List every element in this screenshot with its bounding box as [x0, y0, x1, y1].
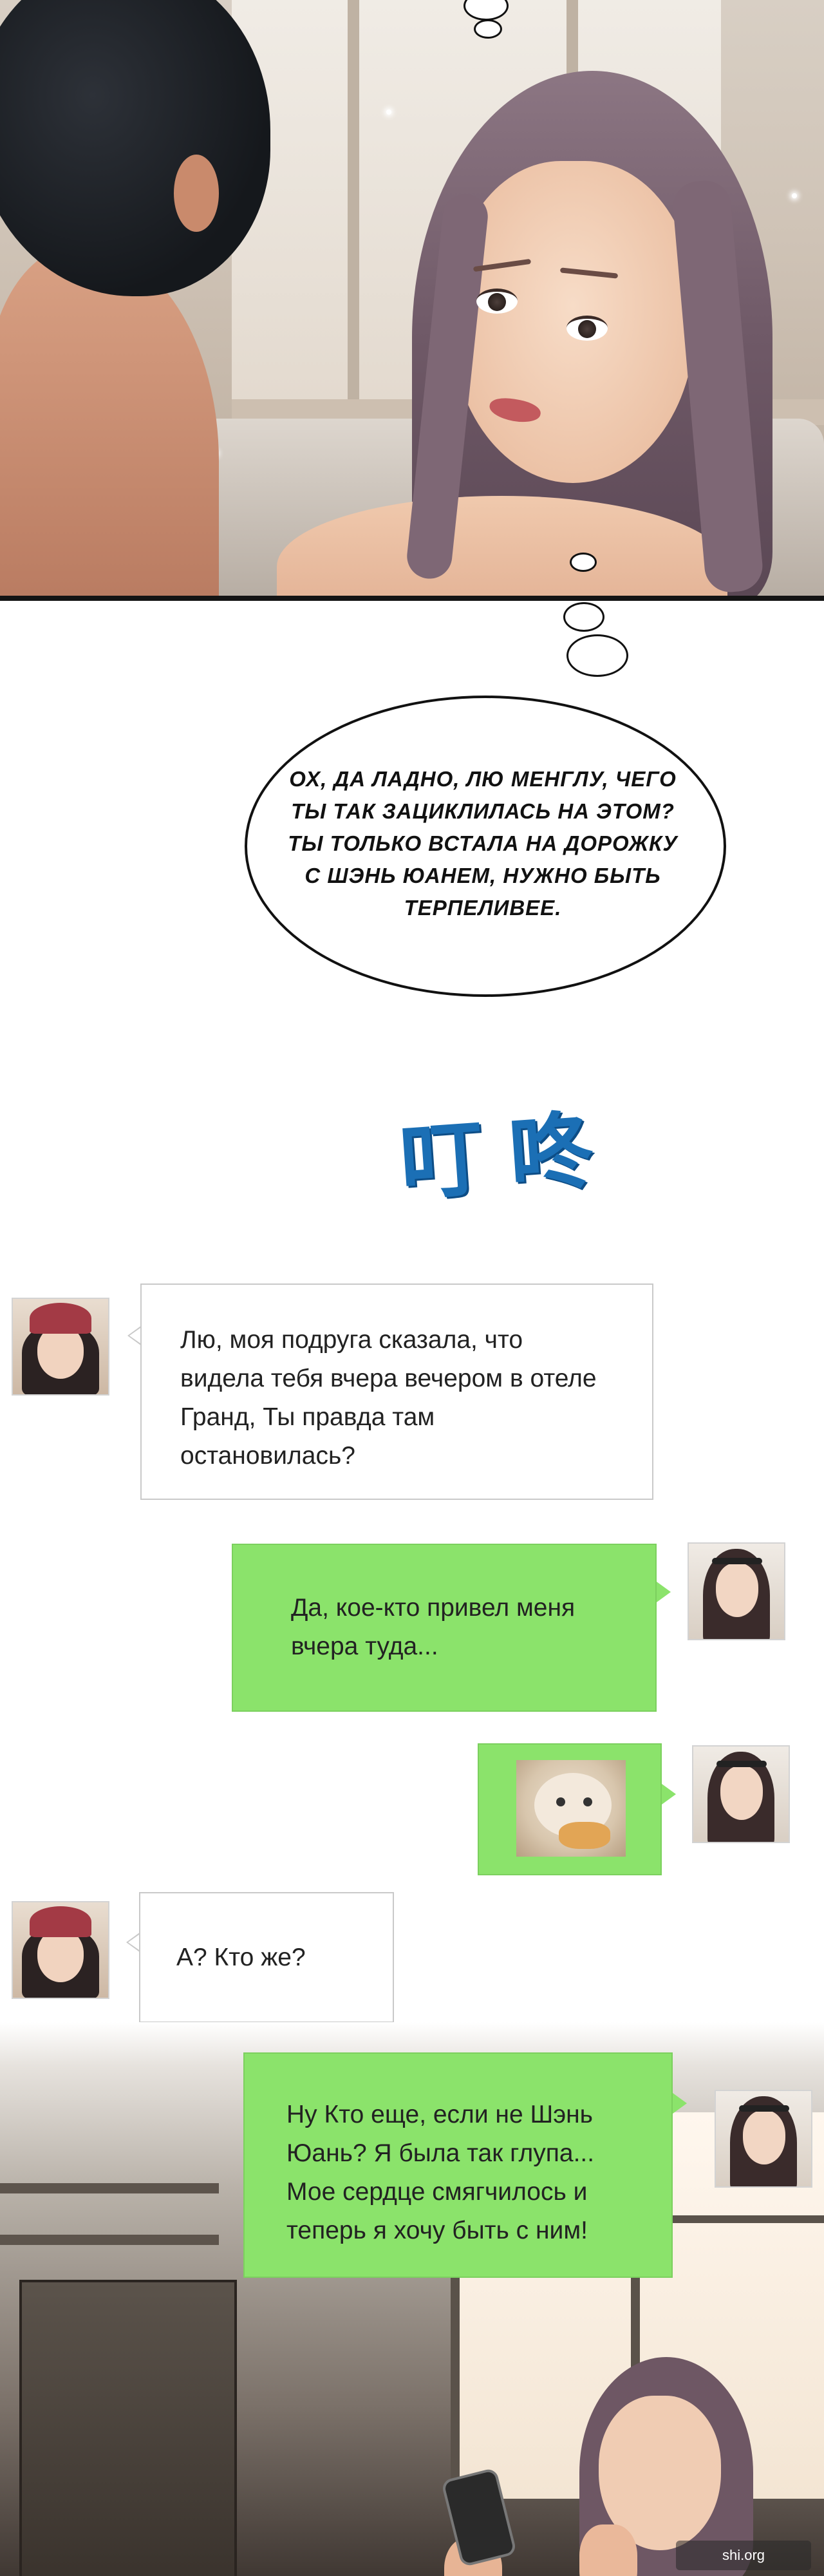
- sparkle: [386, 109, 391, 115]
- chat-message-me: Да, кое-кто привел меня вчера туда...: [232, 1544, 657, 1712]
- friend-avatar: [12, 1298, 109, 1396]
- thought-bubble-puff: [570, 553, 597, 572]
- eye: [476, 289, 518, 314]
- chat-message-friend: А? Кто же?: [139, 1892, 394, 2023]
- message-text: Ну Кто еще, если не Шэнь Юань? Я была та…: [286, 2101, 595, 2244]
- cabinet: [19, 2280, 237, 2576]
- my-avatar: [692, 1745, 790, 1843]
- cat-meme-image[interactable]: [516, 1760, 626, 1857]
- friend-avatar: [12, 1901, 109, 1999]
- shelf: [0, 2235, 219, 2245]
- bubble-tail: [673, 2093, 687, 2114]
- top-panel-illustration: [0, 0, 824, 601]
- bubble-tail: [126, 1932, 141, 1953]
- chat-message-me: Ну Кто еще, если не Шэнь Юань? Я была та…: [243, 2052, 673, 2278]
- message-text: Да, кое-кто привел меня вчера туда...: [291, 1594, 576, 1660]
- bubble-tail: [662, 1784, 676, 1804]
- message-text: Лю, моя подруга сказала, что видела тебя…: [180, 1326, 597, 1470]
- chat-message-friend: Лю, моя подруга сказала, что видела тебя…: [140, 1283, 653, 1500]
- man-hair: [0, 0, 270, 296]
- bubble-tail: [127, 1325, 142, 1346]
- shelf: [0, 2183, 219, 2193]
- thought-bubble-puff: [474, 19, 502, 39]
- my-avatar: [715, 2090, 812, 2188]
- my-avatar: [688, 1542, 785, 1640]
- thought-bubble-puff: [563, 602, 604, 632]
- chat-message-me-image: [478, 1743, 662, 1875]
- window-frame: [348, 0, 359, 412]
- hand: [579, 2524, 637, 2576]
- thought-bubble-puff: [566, 634, 628, 677]
- doorbell-sound-effect: 叮咚: [396, 1099, 622, 1213]
- watermark: shi.org: [676, 2541, 811, 2570]
- bubble-tail: [657, 1582, 671, 1602]
- man-neck: [0, 245, 219, 596]
- eye: [566, 316, 608, 341]
- speech-bubble-text: ОХ, ДА ЛАДНО, ЛЮ МЕНГЛУ, ЧЕГО ТЫ ТАК ЗАЦ…: [288, 767, 678, 920]
- man-ear: [174, 155, 219, 232]
- sparkle: [792, 193, 797, 198]
- message-text: А? Кто же?: [176, 1944, 306, 1971]
